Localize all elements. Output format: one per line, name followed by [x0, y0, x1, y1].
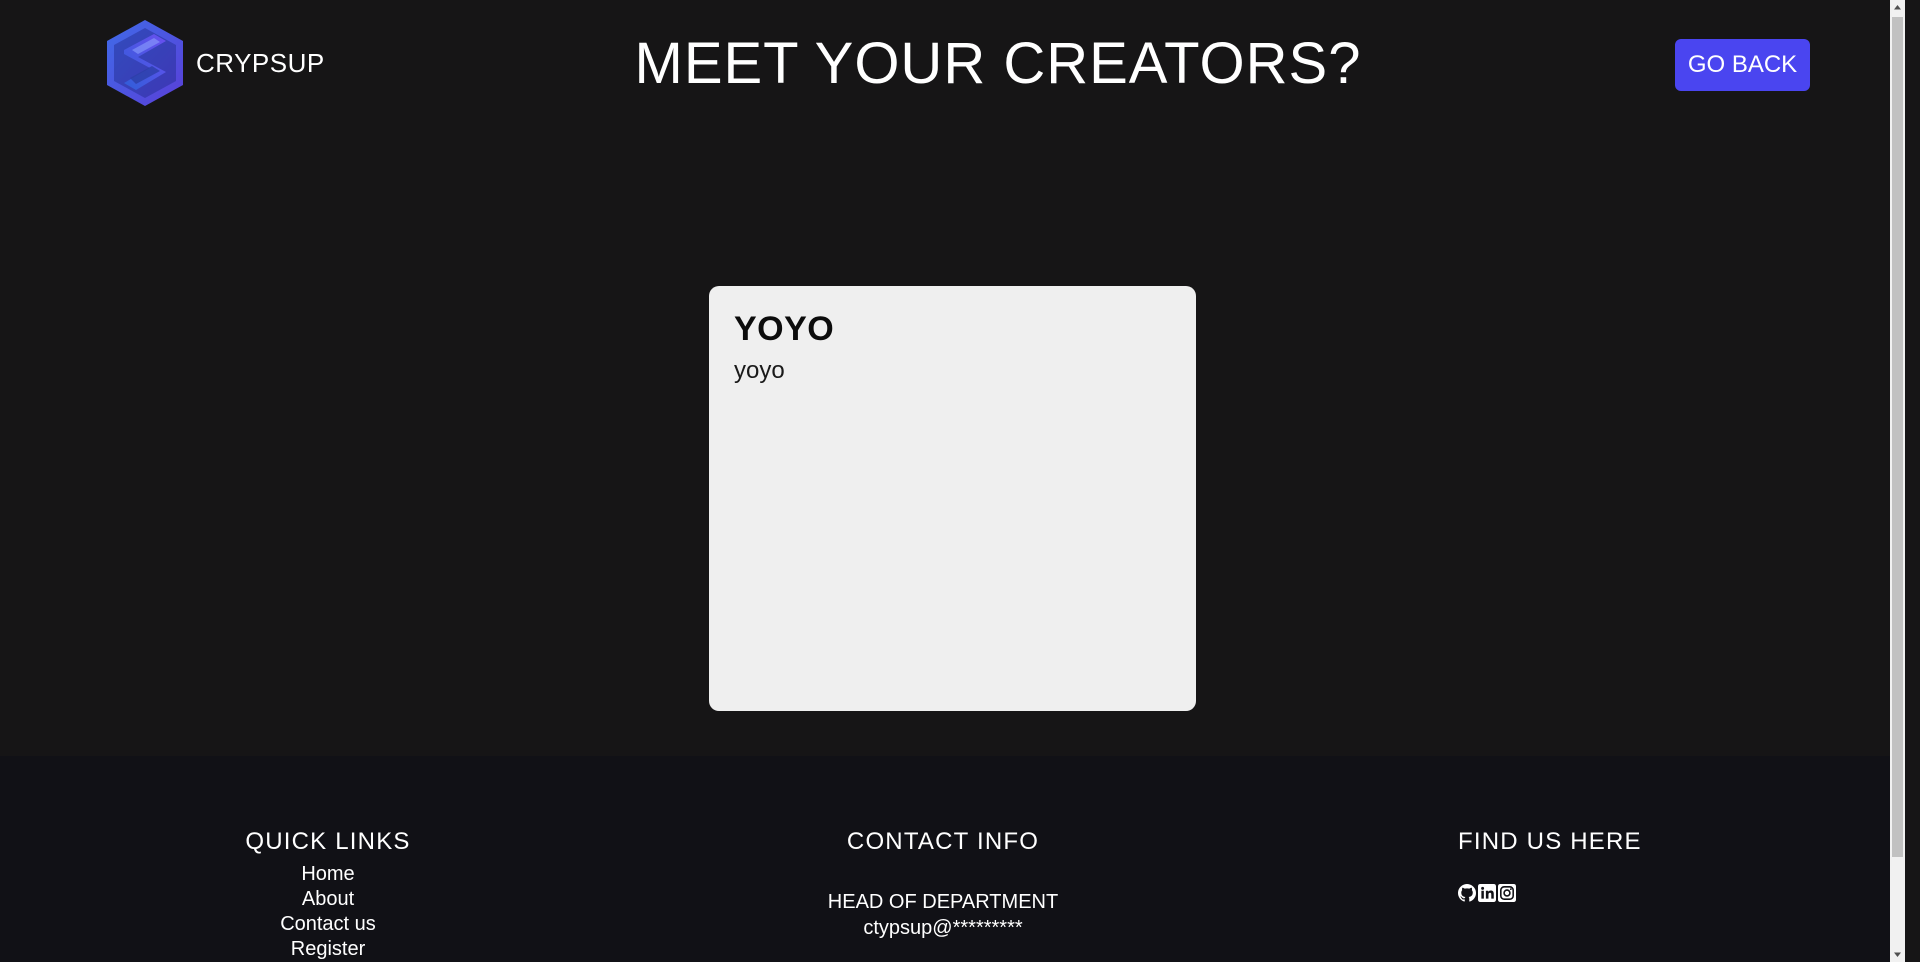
find-us-section: FIND US HERE — [1458, 828, 1678, 902]
creator-description: yoyo — [734, 357, 785, 384]
find-us-heading: FIND US HERE — [1458, 828, 1642, 855]
contact-us-link[interactable]: Contact us — [280, 913, 376, 935]
creator-card: YOYO yoyo — [709, 286, 1196, 711]
contact-info-section: CONTACT INFO HEAD OF DEPARTMENT ctypsup@… — [793, 828, 1093, 941]
quick-links-list: Home About Contact us Register — [188, 862, 468, 962]
scroll-up-arrow-icon[interactable] — [1890, 0, 1905, 15]
scrollbar-thumb[interactable] — [1892, 17, 1903, 857]
page-title: MEET YOUR CREATORS? — [634, 31, 1362, 96]
quick-link-item: Home — [188, 862, 468, 887]
quick-link-item: About — [188, 887, 468, 912]
linkedin-icon[interactable] — [1478, 884, 1496, 902]
home-link[interactable]: Home — [301, 863, 354, 885]
top-header: CRYPSUP MEET YOUR CREATORS? GO BACK — [0, 0, 1905, 130]
contact-email: ctypsup@********* — [863, 917, 1023, 939]
quick-links-heading: QUICK LINKS — [245, 828, 411, 855]
github-icon[interactable] — [1458, 884, 1476, 902]
page: CRYPSUP MEET YOUR CREATORS? GO BACK YOYO… — [0, 0, 1905, 962]
contact-role: HEAD OF DEPARTMENT — [827, 891, 1059, 913]
quick-links-section: QUICK LINKS Home About Contact us Regist… — [188, 828, 468, 962]
social-links — [1458, 884, 1678, 902]
go-back-button[interactable]: GO BACK — [1675, 39, 1810, 91]
page-scrollbar[interactable] — [1890, 0, 1905, 962]
instagram-icon[interactable] — [1498, 884, 1516, 902]
creator-name: YOYO — [734, 310, 835, 348]
site-footer: QUICK LINKS Home About Contact us Regist… — [0, 756, 1905, 962]
quick-link-item: Register — [188, 937, 468, 962]
scroll-down-arrow-icon[interactable] — [1890, 947, 1905, 962]
register-link[interactable]: Register — [291, 938, 365, 960]
contact-info-heading: CONTACT INFO — [846, 828, 1040, 855]
about-link[interactable]: About — [302, 888, 354, 910]
quick-link-item: Contact us — [188, 912, 468, 937]
